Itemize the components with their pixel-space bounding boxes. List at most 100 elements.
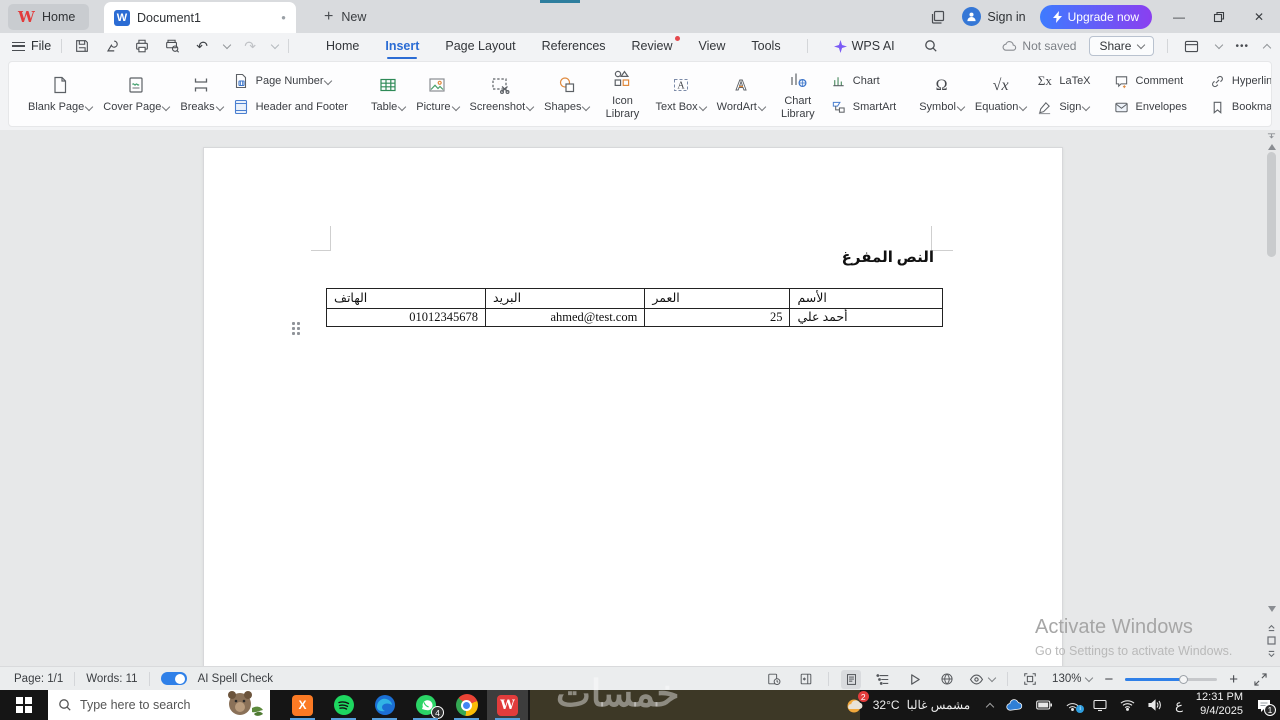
chart-library-button[interactable]: Chart Library	[772, 63, 824, 125]
multi-window-icon[interactable]	[928, 7, 948, 27]
ai-spell-check-toggle[interactable]	[160, 672, 187, 685]
sign-button[interactable]: Sign	[1036, 99, 1091, 116]
header-cell-phone[interactable]: الهاتف	[327, 289, 485, 308]
side-panel-icon[interactable]	[796, 670, 816, 689]
redo-button[interactable]: ↷	[240, 36, 260, 56]
word-count[interactable]: Words: 11	[86, 673, 137, 685]
restore-button[interactable]	[1206, 4, 1232, 30]
toolbar-more-icon[interactable]	[270, 40, 280, 50]
taskbar-app-wps[interactable]: W	[487, 690, 528, 720]
page-number-button[interactable]: Page Number	[233, 73, 348, 90]
vertical-scrollbar[interactable]	[1264, 130, 1279, 666]
tab-page-layout[interactable]: Page Layout	[445, 33, 515, 59]
task-pane-icon[interactable]	[764, 670, 784, 689]
tab-view[interactable]: View	[699, 33, 726, 59]
zoom-level-button[interactable]: 130%	[1052, 673, 1094, 685]
undo-dropdown-icon[interactable]	[222, 40, 232, 50]
tab-review[interactable]: Review	[632, 33, 680, 59]
zoom-out-button[interactable]: −	[1104, 672, 1113, 687]
taskbar-app-edge[interactable]	[364, 690, 405, 720]
onedrive-icon[interactable]	[1006, 698, 1023, 712]
battery-icon[interactable]	[1036, 700, 1053, 710]
text-box-button[interactable]: A Text Box	[651, 69, 709, 118]
screenshot-button[interactable]: Screenshot	[466, 69, 538, 118]
outline-view-button[interactable]	[873, 670, 893, 689]
hyperlink-button[interactable]: Hyperlink	[1209, 73, 1271, 90]
cell-age[interactable]: 25	[644, 308, 789, 326]
undo-button[interactable]: ↶	[192, 36, 212, 56]
close-button[interactable]: ✕	[1246, 4, 1272, 30]
upgrade-now-button[interactable]: Upgrade now	[1039, 4, 1152, 29]
play-view-button[interactable]	[905, 670, 925, 689]
tab-tools[interactable]: Tools	[751, 33, 780, 59]
print-layout-view-button[interactable]	[841, 669, 862, 689]
start-button[interactable]	[0, 690, 48, 720]
network-status-icon[interactable]: i	[1065, 699, 1085, 713]
comment-button[interactable]: Comment	[1113, 73, 1187, 90]
search-icon[interactable]	[921, 36, 941, 56]
document-table[interactable]: الهاتف البريد العمر الأسم 01012345678 ah…	[326, 288, 943, 327]
print-button[interactable]	[132, 36, 152, 56]
document-page[interactable]: النص المفرغ الهاتف البريد العمر الأسم 01…	[203, 147, 1063, 666]
taskbar-app-chrome[interactable]	[446, 690, 487, 720]
scroll-down-button[interactable]	[1267, 606, 1276, 612]
action-center-button[interactable]: 1	[1256, 698, 1276, 716]
export-pdf-button[interactable]	[102, 36, 122, 56]
sign-in-button[interactable]: Sign in	[962, 7, 1026, 26]
header-cell-age[interactable]: العمر	[644, 289, 789, 308]
latex-button[interactable]: Σx LaTeX	[1036, 73, 1091, 90]
tab-wps-ai[interactable]: WPS AI	[833, 33, 895, 59]
cell-name[interactable]: أحمد علي	[789, 308, 942, 326]
symbol-button[interactable]: Ω Symbol	[915, 69, 968, 118]
smartart-button[interactable]: SmartArt	[830, 99, 896, 116]
print-preview-button[interactable]	[162, 36, 182, 56]
switch-ribbon-style-button[interactable]	[1181, 36, 1201, 56]
document-area[interactable]: النص المفرغ الهاتف البريد العمر الأسم 01…	[0, 130, 1280, 666]
display-connect-icon[interactable]	[1093, 699, 1107, 712]
cell-phone[interactable]: 01012345678	[327, 309, 485, 327]
save-button[interactable]	[72, 36, 92, 56]
equation-button[interactable]: √x Equation	[971, 69, 1030, 118]
taskbar-clock[interactable]: 12:31 PM 9/4/2025	[1196, 691, 1243, 719]
chart-button[interactable]: Chart	[830, 73, 896, 90]
envelopes-button[interactable]: Envelopes	[1113, 99, 1187, 116]
cell-email[interactable]: ahmed@test.com	[485, 308, 644, 326]
wifi-icon[interactable]	[1120, 699, 1135, 711]
wordart-button[interactable]: A WordArt	[713, 69, 769, 118]
tab-home[interactable]: Home	[326, 33, 359, 59]
file-menu-button[interactable]: File	[12, 39, 51, 53]
page-indicator[interactable]: Page: 1/1	[14, 673, 63, 685]
wps-home-tab[interactable]: W Home	[8, 4, 90, 30]
document-tab[interactable]: W Document1 ●	[104, 2, 296, 33]
eye-protection-button[interactable]	[969, 673, 997, 685]
breaks-button[interactable]: Breaks	[176, 69, 226, 118]
shapes-button[interactable]: Shapes	[540, 69, 593, 118]
taskbar-weather[interactable]: 2 32°C مشمس غالبا	[844, 691, 970, 716]
header-footer-button[interactable]: Header and Footer	[233, 99, 348, 116]
taskbar-app-xampp[interactable]: X	[282, 690, 323, 720]
scroll-up-button[interactable]	[1267, 144, 1276, 150]
collapse-ribbon-button[interactable]	[1262, 43, 1272, 52]
full-screen-button[interactable]	[1250, 670, 1270, 689]
web-layout-button[interactable]	[937, 670, 957, 689]
blank-page-button[interactable]: Blank Page	[24, 69, 96, 118]
ribbon-style-dropdown-icon[interactable]	[1215, 40, 1224, 50]
zoom-slider[interactable]	[1125, 674, 1218, 684]
taskbar-app-whatsapp[interactable]: 4	[405, 690, 446, 720]
tab-references[interactable]: References	[542, 33, 606, 59]
language-indicator[interactable]: ع	[1175, 697, 1183, 713]
previous-page-button[interactable]	[1267, 622, 1276, 632]
table-drag-handle[interactable]	[292, 322, 300, 335]
tab-insert[interactable]: Insert	[385, 33, 419, 59]
select-browse-object-button[interactable]	[1267, 636, 1276, 645]
cover-page-button[interactable]: Cover Page	[99, 69, 173, 118]
bookmark-button[interactable]: Bookmark	[1209, 99, 1271, 116]
zoom-slider-knob[interactable]	[1179, 674, 1189, 684]
document-title-text[interactable]: النص المفرغ	[842, 248, 934, 267]
share-button[interactable]: Share	[1089, 36, 1155, 56]
taskbar-app-spotify[interactable]	[323, 690, 364, 720]
speaker-icon[interactable]	[1148, 699, 1162, 711]
zoom-in-button[interactable]: +	[1229, 672, 1238, 687]
fit-page-button[interactable]	[1020, 670, 1040, 689]
scrollbar-thumb[interactable]	[1267, 152, 1276, 257]
